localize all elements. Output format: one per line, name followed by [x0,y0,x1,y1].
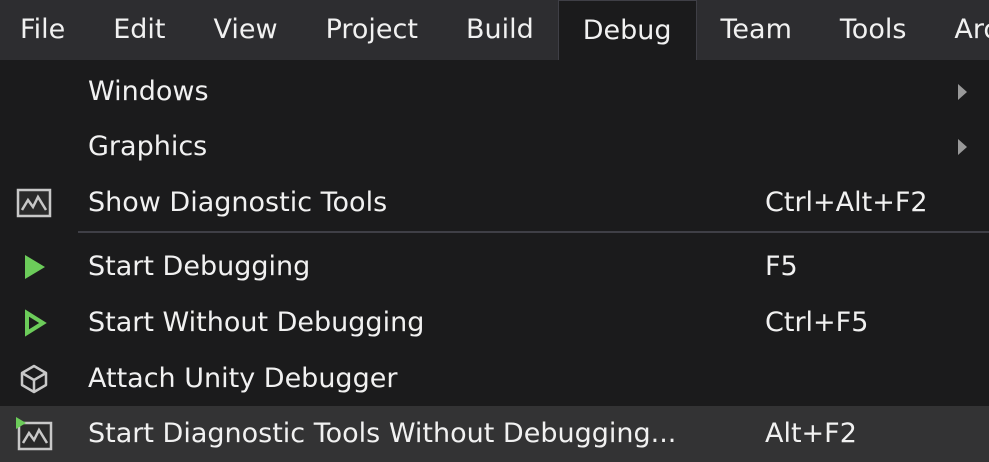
shortcut-label: F5 [765,251,798,282]
menu-build[interactable]: Build [442,0,558,60]
menu-item-label: Start Without Debugging [88,307,425,338]
menu-architecture[interactable]: Arc [930,0,989,60]
menu-separator [78,231,989,233]
menu-tools[interactable]: Tools [816,0,931,60]
menu-item-show-diagnostic-tools[interactable]: Show Diagnostic Tools Ctrl+Alt+F2 [0,175,989,231]
menu-item-windows[interactable]: Windows [0,64,989,120]
submenu-arrow-icon [958,84,967,100]
menu-item-graphics[interactable]: Graphics [0,119,989,175]
menu-item-label: Windows [88,76,209,107]
menu-item-label: Graphics [88,131,208,162]
menu-item-label: Show Diagnostic Tools [88,187,388,218]
debug-dropdown-menu: Windows Graphics Show Diagnostic Tools C… [0,60,989,462]
menu-item-start-diagnostic-tools-without-debugging[interactable]: Start Diagnostic Tools Without Debugging… [0,406,989,462]
play-outline-icon [14,303,54,343]
shortcut-label: Alt+F2 [765,418,857,449]
diagnostic-chart-icon [14,183,54,223]
menu-bar: File Edit View Project Build Debug Team … [0,0,989,60]
menu-item-attach-unity-debugger[interactable]: Attach Unity Debugger [0,351,989,407]
unity-cube-icon [14,359,54,399]
menu-project[interactable]: Project [302,0,442,60]
menu-item-label: Attach Unity Debugger [88,363,398,394]
menu-item-start-debugging[interactable]: Start Debugging F5 [0,239,989,295]
menu-edit[interactable]: Edit [89,0,189,60]
menu-view[interactable]: View [189,0,301,60]
menu-debug[interactable]: Debug [557,0,697,60]
shortcut-label: Ctrl+Alt+F2 [765,187,928,218]
menu-item-label: Start Debugging [88,251,311,282]
menu-team[interactable]: Team [697,0,816,60]
menu-file[interactable]: File [0,0,89,60]
menu-item-start-without-debugging[interactable]: Start Without Debugging Ctrl+F5 [0,295,989,351]
play-solid-icon [14,247,54,287]
submenu-arrow-icon [958,139,967,155]
menu-item-label: Start Diagnostic Tools Without Debugging… [88,418,677,449]
shortcut-label: Ctrl+F5 [765,307,869,338]
diagnostic-play-chart-icon [14,414,54,454]
